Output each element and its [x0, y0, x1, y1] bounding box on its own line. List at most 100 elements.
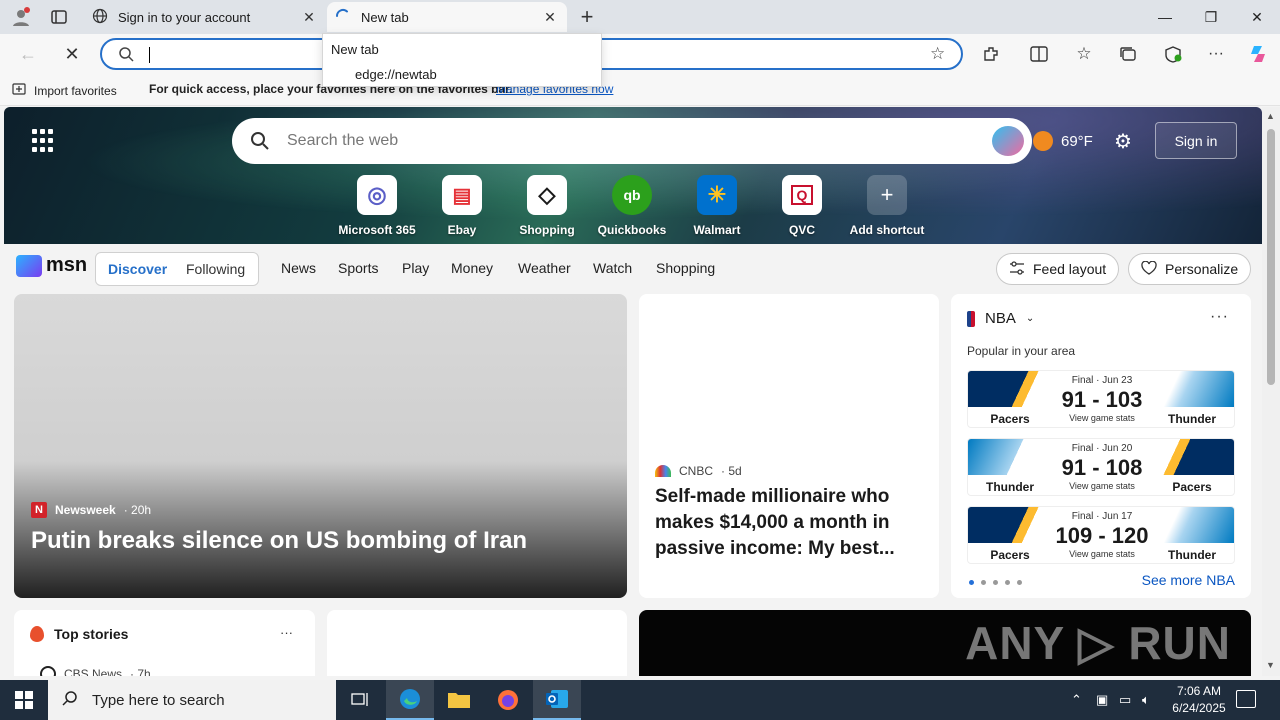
news-headline: Putin breaks silence on US bombing of Ir… — [31, 527, 528, 554]
game-row[interactable]: Thunder Final · Jun 20 91 - 108 View gam… — [967, 438, 1235, 496]
taskbar-search[interactable]: Type here to search — [48, 680, 336, 720]
view-stats-link[interactable]: View game stats — [1052, 413, 1152, 423]
shortcut-ebay[interactable]: ▤ Ebay — [419, 175, 505, 237]
more-options-icon[interactable]: ··· — [280, 625, 293, 640]
msn-logo[interactable]: msn — [16, 254, 87, 277]
scroll-down-icon[interactable]: ▼ — [1266, 660, 1275, 670]
stop-loading-button[interactable]: ✕ — [58, 42, 86, 66]
bing-chat-icon[interactable] — [992, 126, 1024, 156]
nav-watch[interactable]: Watch — [593, 260, 632, 276]
edge-taskbar-icon[interactable] — [386, 680, 434, 720]
heart-icon — [1141, 260, 1157, 278]
copilot-icon[interactable] — [1244, 42, 1272, 66]
scroll-up-icon[interactable]: ▲ — [1266, 111, 1275, 121]
show-hidden-icons[interactable]: ⌃ — [1071, 692, 1082, 708]
segment-following[interactable]: Following — [186, 261, 245, 277]
extensions-icon[interactable] — [977, 42, 1005, 66]
game-row[interactable]: Pacers Final · Jun 23 91 - 103 View game… — [967, 370, 1235, 428]
see-more-nba-link[interactable]: See more NBA — [1142, 572, 1235, 588]
close-tab-icon[interactable]: ✕ — [541, 8, 559, 26]
shortcut-glyph: + — [880, 182, 894, 207]
feed-layout-button[interactable]: Feed layout — [996, 253, 1120, 285]
web-search-box[interactable]: Search the web — [232, 118, 1032, 164]
nav-sports[interactable]: Sports — [338, 260, 378, 276]
weather-widget[interactable]: 69°F — [1033, 131, 1093, 151]
profile-icon[interactable] — [8, 5, 34, 29]
personalize-button[interactable]: Personalize — [1128, 253, 1252, 285]
shortcut-quickbooks[interactable]: qb Quickbooks — [589, 175, 675, 237]
carousel-dots[interactable] — [969, 580, 1022, 585]
sign-in-button[interactable]: Sign in — [1155, 122, 1237, 159]
segment-discover[interactable]: Discover — [108, 261, 167, 277]
nav-shopping[interactable]: Shopping — [656, 260, 715, 276]
nav-news[interactable]: News — [281, 260, 316, 276]
shortcut-qvc[interactable]: Q QVC — [759, 175, 845, 237]
collections-icon[interactable] — [1114, 42, 1142, 66]
shortcut-add[interactable]: + Add shortcut — [844, 175, 930, 237]
import-favorites-button[interactable]: Import favorites — [12, 82, 117, 99]
shortcut-microsoft-365[interactable]: ◎ Microsoft 365 — [334, 175, 420, 237]
network-icon[interactable]: ▭ — [1119, 692, 1131, 708]
page-scrollbar[interactable]: ▲ ▼ — [1262, 107, 1280, 676]
task-view-icon[interactable] — [336, 680, 384, 720]
more-menu-icon[interactable]: ··· — [1202, 42, 1230, 66]
file-explorer-icon[interactable] — [435, 680, 483, 720]
msn-logo-mark — [16, 254, 42, 277]
thunder-logo-icon — [968, 439, 1052, 475]
suggestion-newtab-url[interactable]: edge://newtab — [355, 67, 437, 82]
tab-sign-in[interactable]: Sign in to your account ✕ — [84, 2, 326, 32]
shortcut-walmart[interactable]: ✳ Walmart — [674, 175, 760, 237]
sun-icon — [1033, 131, 1053, 151]
shortcut-shopping[interactable]: ◇ Shopping — [504, 175, 590, 237]
nba-header[interactable]: NBA ⌄ — [967, 310, 1034, 327]
team-left: Pacers — [968, 507, 1052, 563]
outlook-icon[interactable] — [533, 680, 581, 720]
nav-money[interactable]: Money — [451, 260, 493, 276]
minimize-button[interactable]: — — [1142, 0, 1188, 34]
close-window-button[interactable]: ✕ — [1234, 0, 1280, 34]
favorite-star-icon[interactable]: ☆ — [930, 44, 945, 64]
top-stories-header[interactable]: Top stories — [30, 626, 128, 642]
game-score-block: Final · Jun 17 109 - 120 View game stats — [1052, 507, 1152, 563]
gear-icon[interactable]: ⚙ — [1114, 129, 1132, 154]
suggestion-new-tab[interactable]: New tab — [331, 42, 379, 57]
news-card[interactable] — [327, 610, 627, 676]
video-card[interactable]: ANY ▷ RUN — [639, 610, 1251, 676]
device-icon[interactable]: ▣ — [1096, 692, 1108, 708]
ebay-icon: ▤ — [442, 175, 482, 215]
news-card[interactable]: CNBC · 5d Self-made millionaire who make… — [639, 294, 939, 598]
tab-new-tab[interactable]: New tab ✕ — [327, 2, 567, 32]
cbs-logo-icon — [40, 666, 56, 676]
team-right: Pacers — [1150, 439, 1234, 495]
favorites-icon[interactable]: ☆ — [1070, 42, 1098, 66]
nav-weather[interactable]: Weather — [518, 260, 571, 276]
app-launcher-icon[interactable] — [32, 129, 56, 153]
quickbooks-icon: qb — [612, 175, 652, 215]
scrollbar-thumb[interactable] — [1267, 129, 1275, 385]
nav-play[interactable]: Play — [402, 260, 429, 276]
browser-essentials-icon[interactable] — [1159, 42, 1187, 66]
weather-temp: 69°F — [1061, 132, 1093, 150]
view-stats-link[interactable]: View game stats — [1052, 549, 1152, 559]
news-card-hero[interactable]: N Newsweek · 20h Putin breaks silence on… — [14, 294, 627, 598]
tab-actions-icon[interactable] — [46, 5, 72, 29]
windows-taskbar: Type here to search ⌃ ▣ ▭ 🔈︎ 7:06 AM 6/2… — [0, 680, 1280, 720]
more-options-icon[interactable]: ··· — [1210, 308, 1229, 326]
thunder-logo-icon — [1150, 371, 1234, 407]
pacers-logo-icon — [968, 507, 1052, 543]
start-button[interactable] — [0, 680, 48, 720]
shortcut-glyph: ◇ — [538, 182, 556, 207]
restore-button[interactable]: ❐ — [1188, 0, 1234, 34]
firefox-icon[interactable] — [484, 680, 532, 720]
volume-icon[interactable]: 🔈︎ — [1142, 692, 1150, 708]
view-stats-link[interactable]: View game stats — [1052, 481, 1152, 491]
notification-center-icon[interactable] — [1236, 690, 1256, 708]
system-clock[interactable]: 7:06 AM 6/24/2025 — [1170, 683, 1228, 717]
new-tab-button[interactable]: + — [574, 4, 600, 29]
back-button[interactable]: ← — [14, 42, 42, 66]
close-tab-icon[interactable]: ✕ — [300, 8, 318, 26]
split-screen-icon[interactable] — [1025, 42, 1053, 66]
shortcut-glyph: Q — [790, 185, 814, 205]
game-row[interactable]: Pacers Final · Jun 17 109 - 120 View gam… — [967, 506, 1235, 564]
new-tab-page: Search the web 69°F ⚙ Sign in ◎ Microsof… — [0, 107, 1262, 676]
